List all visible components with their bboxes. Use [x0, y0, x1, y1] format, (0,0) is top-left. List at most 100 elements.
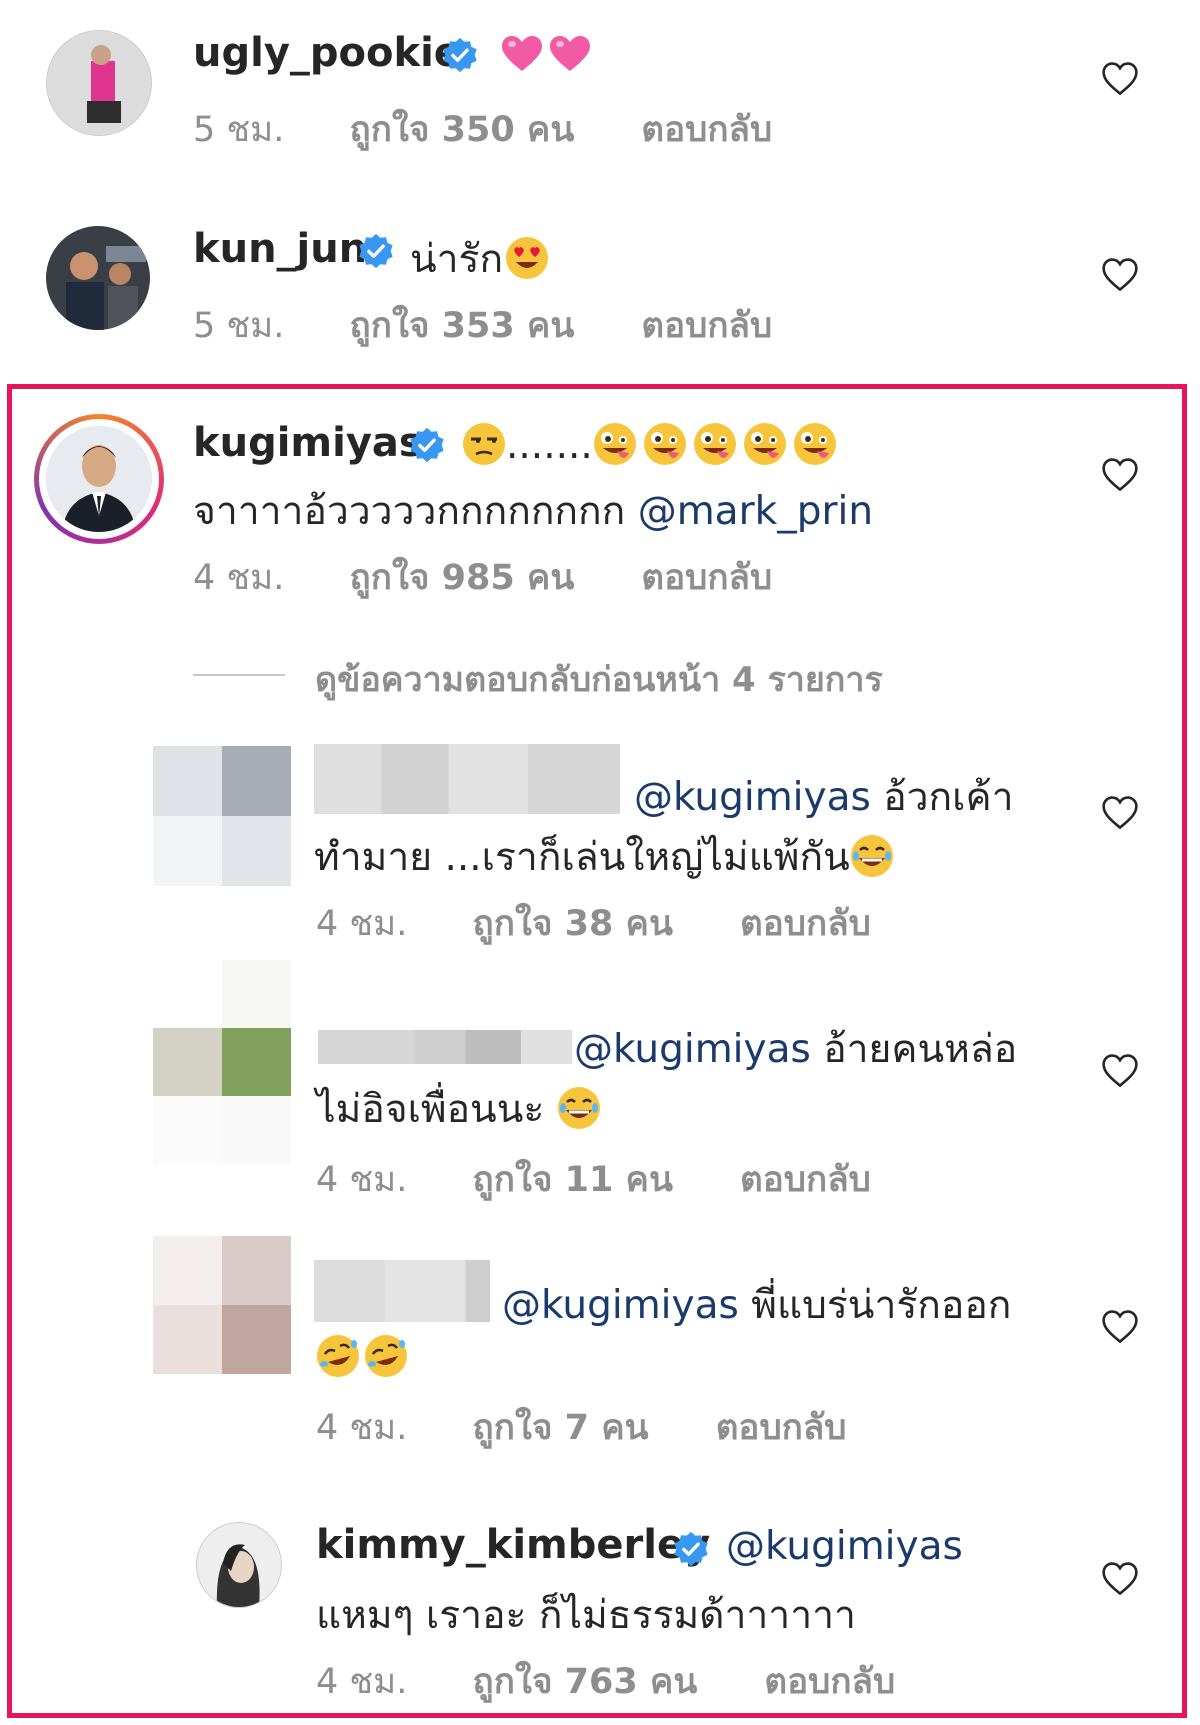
avatar-photo	[46, 426, 152, 532]
pixelated-username	[314, 1260, 490, 1322]
reply-row: @kugimiyas พี่แบร่น่ารักออก 4 ชม. ถูกใจ …	[0, 1232, 1200, 1452]
likes-count[interactable]: ถูกใจ 985 คน	[350, 558, 575, 598]
timestamp: 4 ชม.	[193, 558, 285, 598]
comment-text-line2: จาาาาอ้วววววกกกกกกกก @mark_prin	[193, 480, 873, 542]
reply-meta: 4 ชม. ถูกใจ 38 คน ตอบกลับ	[316, 896, 871, 951]
like-heart-icon[interactable]	[1100, 1052, 1140, 1088]
reply-button[interactable]: ตอบกลับ	[764, 1662, 895, 1702]
reply-text-line2: ทำมาย ...เราก็เล่นใหญ่ไม่แพ้กัน	[314, 826, 894, 888]
pixelated-avatar	[153, 960, 291, 1164]
reply-row: @kugimiyas อ้ายคนหล่อ ไม่อิจเพื่อนนะ 4 ช…	[0, 956, 1200, 1200]
comment-row: kun_jun น่ารัก 5 ชม. ถูกใจ 353 คน ตอบกลั…	[0, 190, 1200, 380]
view-previous-replies[interactable]: ดูข้อความตอบกลับก่อนหน้า 4 รายการ	[193, 652, 953, 700]
reply-body: ทำมาย ...เราก็เล่นใหญ่ไม่แพ้กัน	[314, 835, 850, 880]
comment-body: น่ารัก	[410, 237, 504, 282]
likes-count[interactable]: ถูกใจ 11 คน	[473, 1160, 673, 1200]
reply-button[interactable]: ตอบกลับ	[641, 558, 772, 598]
reply-row: kimmy_kimberley @kugimiyas แหมๆ เราอะ ก็…	[0, 1484, 1200, 1714]
view-previous-label[interactable]: ดูข้อความตอบกลับก่อนหน้า 4 รายการ	[315, 652, 883, 706]
reply-meta: 4 ชม. ถูกใจ 763 คน ตอบกลับ	[316, 1654, 895, 1709]
comment-body: จาาาาอ้วววววกกกกกกกก	[193, 489, 626, 534]
rofl-emoji	[316, 1334, 360, 1378]
zany-face-emoji	[593, 422, 637, 466]
comment-text: .......	[462, 422, 837, 468]
avatar-photo	[47, 31, 151, 135]
rofl-emoji	[364, 1334, 408, 1378]
mention-link[interactable]: @kugimiyas	[502, 1283, 739, 1328]
likes-count[interactable]: ถูกใจ 38 คน	[473, 904, 673, 944]
divider-line	[193, 674, 285, 676]
likes-count[interactable]: ถูกใจ 353 คน	[350, 306, 575, 346]
pixelated-username	[318, 1030, 572, 1064]
zany-face-emoji	[743, 422, 787, 466]
timestamp: 5 ชม.	[193, 110, 285, 150]
avatar-photo	[197, 1523, 281, 1607]
pink-heart-emoji	[500, 34, 544, 74]
pink-heart-emoji	[548, 34, 592, 74]
like-heart-icon[interactable]	[1100, 794, 1140, 830]
avatar-photo	[46, 226, 150, 330]
verified-badge-icon	[441, 36, 479, 74]
username[interactable]: kugimiyas	[193, 420, 423, 466]
like-heart-icon[interactable]	[1100, 456, 1140, 492]
reply-body: แหมๆ เราอะ ก็ไม่ธรรมด้าาาาาา	[316, 1593, 856, 1638]
timestamp: 4 ชม.	[316, 1408, 408, 1448]
like-heart-icon[interactable]	[1100, 60, 1140, 96]
timestamp: 4 ชม.	[316, 904, 408, 944]
pixelated-avatar	[153, 746, 291, 886]
avatar[interactable]	[196, 1522, 282, 1608]
reply-button[interactable]: ตอบกลับ	[641, 110, 772, 150]
mention-link[interactable]: @mark_prin	[638, 489, 873, 534]
reply-body: พี่แบร่น่ารักออก	[751, 1283, 1012, 1328]
reply-text-line2: แหมๆ เราอะ ก็ไม่ธรรมด้าาาาาา	[316, 1584, 856, 1646]
mention-link[interactable]: @kugimiyas	[726, 1524, 963, 1569]
reply-button[interactable]: ตอบกลับ	[740, 1160, 871, 1200]
comment-meta: 4 ชม. ถูกใจ 985 คน ตอบกลับ	[193, 550, 772, 605]
comment-dots: .......	[506, 423, 593, 468]
reply-button[interactable]: ตอบกลับ	[740, 904, 871, 944]
reply-meta: 4 ชม. ถูกใจ 7 คน ตอบกลับ	[316, 1400, 847, 1455]
zany-face-emoji	[643, 422, 687, 466]
likes-count[interactable]: ถูกใจ 7 คน	[473, 1408, 649, 1448]
zany-face-emoji	[693, 422, 737, 466]
reply-meta: 4 ชม. ถูกใจ 11 คน ตอบกลับ	[316, 1152, 871, 1207]
unamused-emoji	[462, 422, 506, 466]
reply-text-line1: @kugimiyas อ้ายคนหล่อ	[574, 1018, 1017, 1080]
username[interactable]: ugly_pookie	[193, 30, 461, 76]
username[interactable]: kun_jun	[193, 226, 367, 272]
verified-badge-icon	[357, 232, 395, 270]
reply-button[interactable]: ตอบกลับ	[716, 1408, 847, 1448]
comment-row: kugimiyas ....... จาาาาอ้วววววกกกกกกกก @…	[0, 384, 1200, 634]
like-heart-icon[interactable]	[1100, 1560, 1140, 1596]
reply-text-line1: @kugimiyas อ้วกเค้า	[634, 766, 1014, 828]
comment-text: น่ารัก	[410, 228, 549, 290]
reply-body: ไม่อิจเพื่อนนะ	[316, 1087, 545, 1132]
like-heart-icon[interactable]	[1100, 256, 1140, 292]
timestamp: 4 ชม.	[316, 1662, 408, 1702]
reply-text-line2: ไม่อิจเพื่อนนะ	[316, 1078, 601, 1140]
likes-count[interactable]: ถูกใจ 763 คน	[473, 1662, 698, 1702]
username[interactable]: kimmy_kimberley	[316, 1522, 710, 1568]
mention-link[interactable]: @kugimiyas	[634, 775, 871, 820]
reply-text-line2	[316, 1334, 408, 1380]
verified-badge-icon	[408, 426, 446, 464]
comment-row: ugly_pookie 5 ชม. ถูกใจ 350 คน ตอบกลับ	[0, 0, 1200, 190]
avatar[interactable]	[46, 30, 152, 136]
comment-meta: 5 ชม. ถูกใจ 353 คน ตอบกลับ	[193, 298, 772, 353]
likes-count[interactable]: ถูกใจ 350 คน	[350, 110, 575, 150]
timestamp: 5 ชม.	[193, 306, 285, 346]
reply-row: @kugimiyas อ้วกเค้า ทำมาย ...เราก็เล่นให…	[0, 740, 1200, 950]
avatar[interactable]	[46, 226, 150, 330]
zany-face-emoji	[793, 422, 837, 466]
like-heart-icon[interactable]	[1100, 1308, 1140, 1344]
reply-text-line1: @kugimiyas พี่แบร่น่ารักออก	[502, 1274, 1011, 1336]
reply-text-line1: @kugimiyas	[726, 1524, 963, 1569]
heart-eyes-emoji	[505, 236, 549, 280]
reply-body: อ้วกเค้า	[883, 775, 1014, 820]
reply-button[interactable]: ตอบกลับ	[641, 306, 772, 346]
pixelated-avatar	[153, 1236, 291, 1374]
verified-badge-icon	[672, 1530, 710, 1568]
mention-link[interactable]: @kugimiyas	[574, 1027, 811, 1072]
reply-body: อ้ายคนหล่อ	[823, 1027, 1018, 1072]
story-ring[interactable]	[34, 414, 164, 544]
